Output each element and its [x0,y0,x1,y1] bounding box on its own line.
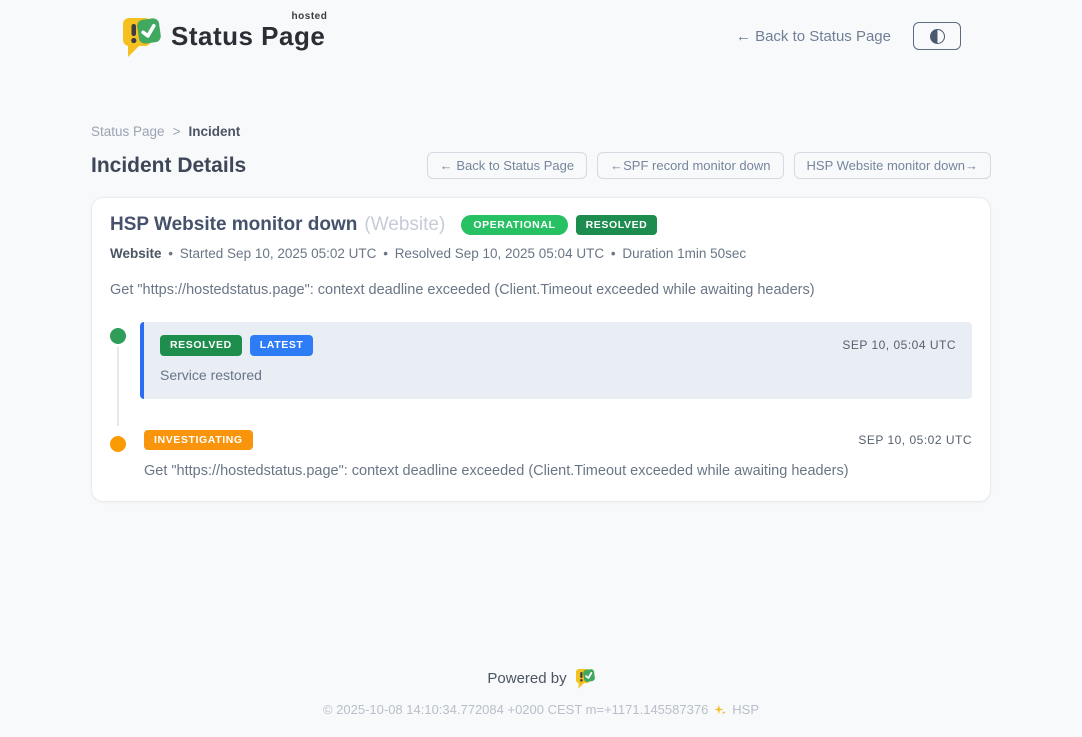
resolved-badge: RESOLVED [160,335,242,356]
breadcrumb-status-page[interactable]: Status Page [91,124,165,139]
powered-by: Powered by [0,667,1082,689]
back-to-status-page-button[interactable]: ← Back to Status Page [427,152,587,179]
timeline-dot-orange [110,436,126,452]
incident-title: HSP Website monitor down [110,214,357,236]
timeline-highlight-box: RESOLVED LATEST SEP 10, 05:04 UTC Servic… [140,322,972,399]
operational-status-badge: OPERATIONAL [461,215,567,236]
incident-service-label: (Website) [364,214,445,236]
resolved-state-badge: RESOLVED [576,215,658,236]
meta-service-name: Website [110,246,162,261]
timeline-timestamp: SEP 10, 05:04 UTC [842,338,956,352]
timeline-message: Get "https://hostedstatus.page": context… [144,463,972,479]
timeline-dot-green [110,328,126,344]
half-moon-icon [930,29,945,44]
timeline-entry-resolved: RESOLVED LATEST SEP 10, 05:04 UTC Servic… [110,322,972,399]
incident-timeline: RESOLVED LATEST SEP 10, 05:04 UTC Servic… [110,322,972,479]
copyright-line: © 2025-10-08 14:10:34.772084 +0200 CEST … [0,702,1082,717]
latest-badge: LATEST [250,335,314,356]
timeline-entry-investigating: INVESTIGATING SEP 10, 05:02 UTC Get "htt… [110,430,972,480]
main-content: Status Page > Incident Incident Details … [91,124,991,502]
next-incident-button[interactable]: HSP Website monitor down→ [794,152,991,179]
meta-separator: • [611,246,616,261]
breadcrumb-incident: Incident [188,124,240,139]
brand-logo-icon [121,14,161,58]
theme-toggle-button[interactable] [913,22,961,50]
brand-superscript: hosted [292,11,328,22]
brand-name: Status Page hosted [171,21,325,52]
meta-separator: • [383,246,388,261]
brand-logo-small-icon[interactable] [575,667,595,689]
incident-card: HSP Website monitor down (Website) OPERA… [91,197,991,502]
meta-resolved: Resolved Sep 10, 2025 05:04 UTC [395,246,604,261]
copyright-suffix: HSP [732,702,759,717]
incident-nav-buttons: ← Back to Status Page ←SPF record monito… [427,152,991,179]
sparkles-icon [713,703,727,717]
breadcrumb-separator: > [173,124,181,139]
incident-description: Get "https://hostedstatus.page": context… [110,282,972,298]
page-header: Status Page hosted ← Back to Status Page [91,14,991,58]
page-footer: Powered by © 2025-10-08 14:10:34.772084 … [0,667,1082,737]
incident-meta: Website • Started Sep 10, 2025 05:02 UTC… [110,246,972,261]
page-title: Incident Details [91,154,246,178]
timeline-message: Service restored [160,367,956,383]
meta-separator: • [168,246,173,261]
investigating-badge: INVESTIGATING [144,430,253,451]
prev-incident-button[interactable]: ←SPF record monitor down [597,152,783,179]
header-back-to-status-page-link[interactable]: ← Back to Status Page [736,28,891,45]
powered-by-label: Powered by [487,670,566,687]
copyright-text: © 2025-10-08 14:10:34.772084 +0200 CEST … [323,702,708,717]
meta-duration: Duration 1min 50sec [622,246,746,261]
brand-logo-link[interactable]: Status Page hosted [121,14,325,58]
breadcrumb: Status Page > Incident [91,124,991,139]
meta-started: Started Sep 10, 2025 05:02 UTC [180,246,377,261]
timeline-timestamp: SEP 10, 05:02 UTC [858,433,972,447]
